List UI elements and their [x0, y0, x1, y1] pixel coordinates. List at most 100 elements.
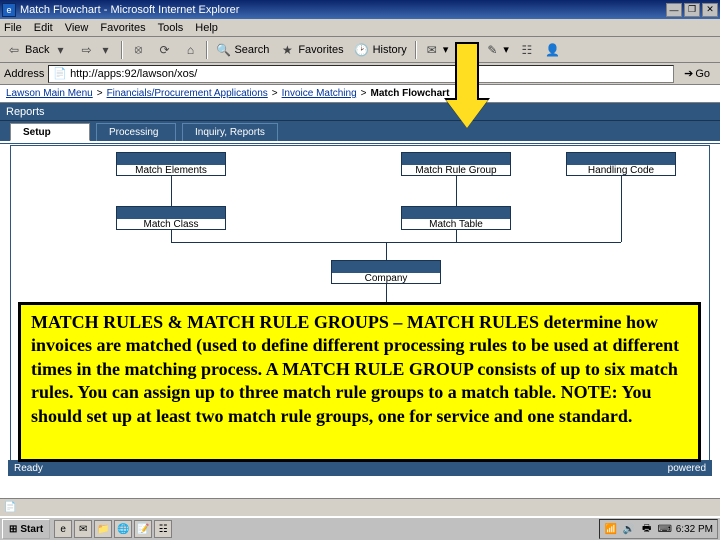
ql-icon[interactable]: e: [54, 520, 72, 538]
stop-button[interactable]: ⦻: [126, 40, 150, 60]
quicklaunch: e ✉ 📁 🌐 📝 ☷: [54, 520, 172, 538]
system-tray: 📶 🔊 🖶 ⌨ 6:32 PM: [599, 519, 718, 539]
breadcrumb-item-1[interactable]: Financials/Procurement Applications: [107, 88, 268, 99]
taskbar: ⊞ Start e ✉ 📁 🌐 📝 ☷ 📶 🔊 🖶 ⌨ 6:32 PM: [0, 516, 720, 540]
menu-view[interactable]: View: [65, 22, 89, 34]
node-company[interactable]: Company: [331, 260, 441, 284]
ie-icon: e: [2, 3, 16, 17]
tray-icon[interactable]: 📶: [604, 522, 618, 536]
ql-icon[interactable]: ☷: [154, 520, 172, 538]
refresh-icon: ⟳: [156, 42, 172, 58]
menu-favorites[interactable]: Favorites: [100, 22, 145, 34]
section-bar: Reports: [0, 103, 720, 121]
stop-icon: ⦻: [130, 42, 146, 58]
back-icon: ⇦: [6, 42, 22, 58]
reports-label: Reports: [6, 106, 45, 118]
close-button[interactable]: ✕: [702, 3, 718, 17]
ql-icon[interactable]: 🌐: [114, 520, 132, 538]
menu-edit[interactable]: Edit: [34, 22, 53, 34]
go-label: Go: [695, 68, 710, 80]
node-label: Match Elements: [117, 165, 225, 176]
page-icon: 📄: [53, 67, 67, 80]
powered-label: powered: [668, 463, 706, 474]
tray-icon[interactable]: ⌨: [658, 522, 672, 536]
tray-icon[interactable]: 🔊: [622, 522, 636, 536]
annotation-box: MATCH RULES & MATCH RULE GROUPS – MATCH …: [18, 302, 701, 462]
history-label: History: [373, 44, 407, 56]
titlebar: e Match Flowchart - Microsoft Internet E…: [0, 0, 720, 19]
go-icon: ➔: [684, 67, 693, 80]
ready-label: Ready: [14, 463, 43, 474]
menu-help[interactable]: Help: [195, 22, 218, 34]
start-label: Start: [20, 524, 43, 535]
annotation-text: MATCH RULES & MATCH RULE GROUPS – MATCH …: [31, 312, 679, 426]
tab-label: Setup: [23, 127, 51, 138]
messenger-button[interactable]: 👤: [541, 40, 565, 60]
messenger-icon: 👤: [545, 42, 561, 58]
annotation-arrow: [446, 42, 488, 134]
ql-icon[interactable]: ✉: [74, 520, 92, 538]
restore-button[interactable]: ❐: [684, 3, 700, 17]
menu-tools[interactable]: Tools: [158, 22, 184, 34]
home-icon: ⌂: [182, 42, 198, 58]
favorites-icon: ★: [279, 42, 295, 58]
ql-icon[interactable]: 📝: [134, 520, 152, 538]
tab-label: Processing: [109, 127, 158, 138]
discuss-button[interactable]: ☷: [515, 40, 539, 60]
favorites-label: Favorites: [298, 44, 343, 56]
clock: 6:32 PM: [676, 524, 713, 535]
dropdown-icon: ▾: [52, 42, 68, 58]
node-label: Match Rule Group: [402, 165, 510, 176]
node-match-rule-group[interactable]: Match Rule Group: [401, 152, 511, 176]
search-icon: 🔍: [215, 42, 231, 58]
app-status: Ready powered: [8, 460, 712, 476]
breadcrumb-item-2[interactable]: Invoice Matching: [282, 88, 357, 99]
url-input[interactable]: 📄http://apps:92/lawson/xos/: [48, 65, 674, 83]
tab-inquiry[interactable]: Inquiry, Reports: [182, 123, 278, 141]
tab-processing[interactable]: Processing: [96, 123, 176, 141]
breadcrumb-root[interactable]: Lawson Main Menu: [6, 88, 93, 99]
menu-file[interactable]: File: [4, 22, 22, 34]
tray-icon[interactable]: 🖶: [640, 522, 654, 536]
go-button[interactable]: ➔Go: [678, 65, 716, 83]
ql-icon[interactable]: 📁: [94, 520, 112, 538]
breadcrumb-current: Match Flowchart: [371, 88, 450, 99]
history-button[interactable]: 🕑History: [350, 40, 411, 60]
search-label: Search: [234, 44, 269, 56]
node-match-class[interactable]: Match Class: [116, 206, 226, 230]
search-button[interactable]: 🔍Search: [211, 40, 273, 60]
node-handling-code[interactable]: Handling Code: [566, 152, 676, 176]
tabs: Setup Processing Inquiry, Reports: [0, 121, 720, 141]
dropdown-icon: ▾: [97, 42, 113, 58]
address-label: Address: [4, 68, 44, 80]
address-bar: Address 📄http://apps:92/lawson/xos/ ➔Go: [0, 63, 720, 85]
history-icon: 🕑: [354, 42, 370, 58]
home-button[interactable]: ⌂: [178, 40, 202, 60]
refresh-button[interactable]: ⟳: [152, 40, 176, 60]
tab-setup[interactable]: Setup: [10, 123, 90, 141]
back-button[interactable]: ⇦Back▾: [2, 40, 72, 60]
breadcrumb: Lawson Main Menu> Financials/Procurement…: [0, 85, 720, 103]
url-text: http://apps:92/lawson/xos/: [70, 68, 197, 80]
node-label: Company: [332, 273, 440, 284]
minimize-button[interactable]: —: [666, 3, 682, 17]
back-label: Back: [25, 44, 49, 56]
node-match-table[interactable]: Match Table: [401, 206, 511, 230]
windows-icon: ⊞: [9, 524, 17, 535]
favorites-button[interactable]: ★Favorites: [275, 40, 347, 60]
discuss-icon: ☷: [519, 42, 535, 58]
window-title: Match Flowchart - Microsoft Internet Exp…: [20, 4, 666, 16]
tab-label: Inquiry, Reports: [195, 127, 265, 138]
menubar: File Edit View Favorites Tools Help: [0, 19, 720, 37]
forward-button[interactable]: ⇨▾: [74, 40, 117, 60]
node-label: Handling Code: [567, 165, 675, 176]
node-label: Match Table: [402, 219, 510, 230]
node-label: Match Class: [117, 219, 225, 230]
mail-icon: ✉: [424, 42, 440, 58]
forward-icon: ⇨: [78, 42, 94, 58]
start-button[interactable]: ⊞ Start: [2, 519, 50, 539]
ie-status-bar: 📄: [0, 498, 720, 516]
page-icon: 📄: [4, 502, 16, 513]
toolbar: ⇦Back▾ ⇨▾ ⦻ ⟳ ⌂ 🔍Search ★Favorites 🕑Hist…: [0, 37, 720, 63]
node-match-elements[interactable]: Match Elements: [116, 152, 226, 176]
